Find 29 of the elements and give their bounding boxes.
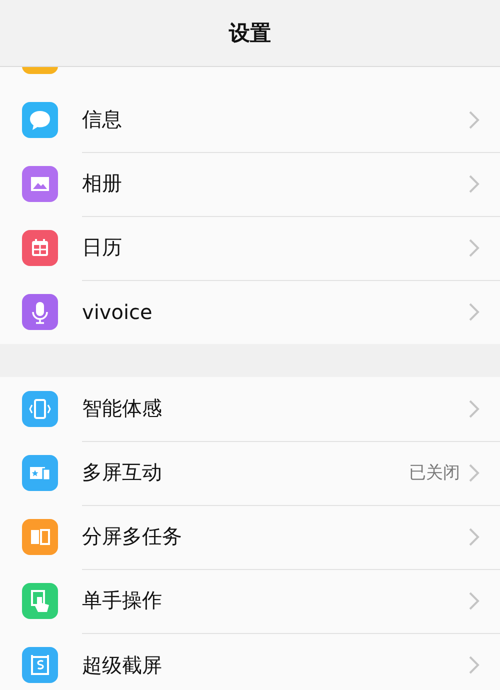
settings-item[interactable]: 多屏互动 已关闭 xyxy=(0,441,500,505)
item-label: 智能体感 xyxy=(82,395,163,422)
item-label: 单手操作 xyxy=(82,587,163,614)
settings-item[interactable]: 分屏多任务 xyxy=(0,505,500,569)
chevron-icon xyxy=(468,464,480,482)
settings-item[interactable]: 单手操作 xyxy=(0,569,500,633)
chevron-icon xyxy=(468,592,480,610)
chevron-icon xyxy=(468,656,480,674)
item-label: 相册 xyxy=(82,170,123,197)
item-label: 多屏互动 xyxy=(82,459,163,486)
chevron-icon xyxy=(468,110,480,128)
item-label: 分屏多任务 xyxy=(82,523,183,550)
chevron-icon xyxy=(468,174,480,192)
item-label: vivoice xyxy=(82,300,154,324)
item-label: 日历 xyxy=(82,234,123,261)
settings-item[interactable]: 超级截屏 xyxy=(0,633,500,690)
settings-item[interactable]: 智能体感 xyxy=(0,377,500,441)
item-label: 超级截屏 xyxy=(82,652,163,678)
settings-item[interactable]: 日历 xyxy=(0,216,500,280)
item-label: 信息 xyxy=(82,106,123,133)
chevron-icon xyxy=(468,238,480,256)
settings-item[interactable]: 相册 xyxy=(0,152,500,216)
settings-item[interactable]: vivoice xyxy=(0,280,500,344)
chevron-icon xyxy=(468,528,480,546)
item-status: 已关闭 xyxy=(409,462,460,484)
settings-item[interactable]: 信息 xyxy=(0,88,500,152)
chevron-icon xyxy=(468,303,480,321)
chevron-icon xyxy=(468,400,480,418)
screen-title: 设置 xyxy=(229,20,271,47)
